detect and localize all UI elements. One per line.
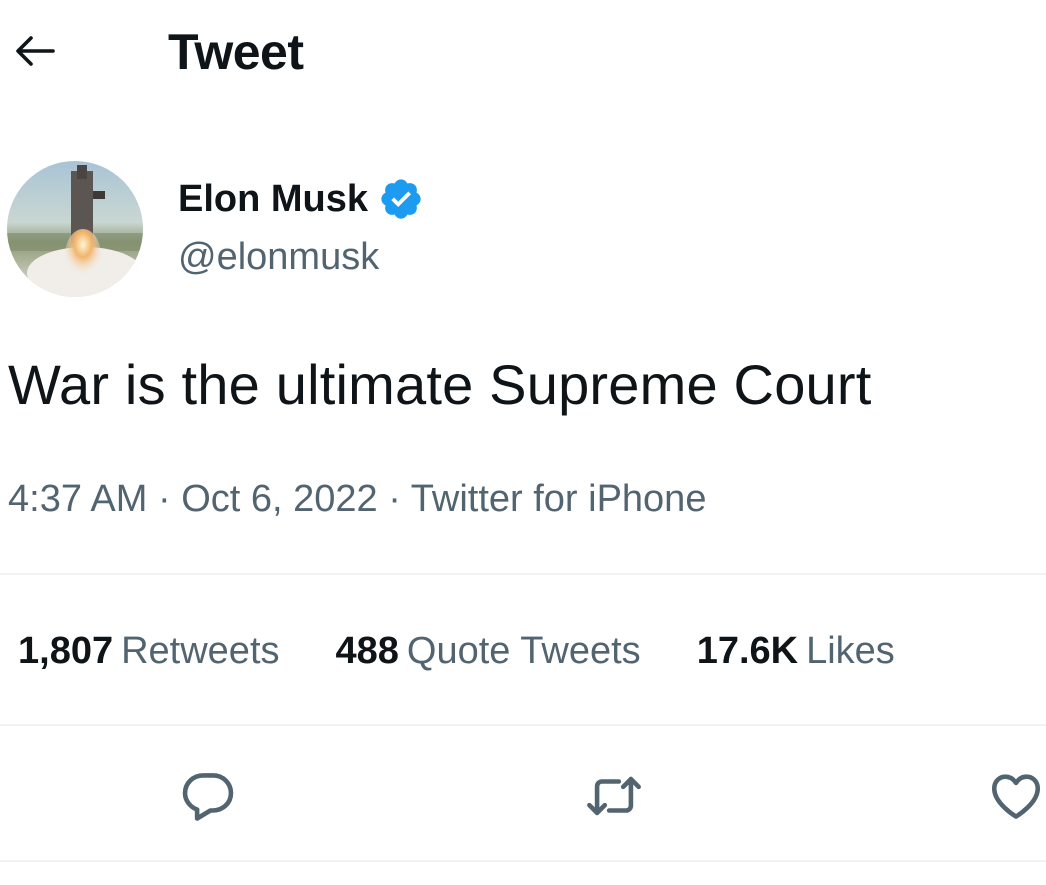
likes-count: 17.6K xyxy=(696,630,799,672)
reply-icon xyxy=(182,773,234,821)
avatar[interactable] xyxy=(7,161,143,297)
retweet-button[interactable] xyxy=(584,766,644,826)
tweet-text: War is the ultimate Supreme Court xyxy=(8,353,872,416)
divider xyxy=(0,573,1046,575)
meta-separator: · xyxy=(388,478,401,520)
back-button[interactable] xyxy=(10,28,60,74)
reply-button[interactable] xyxy=(178,766,238,826)
arrow-left-icon xyxy=(16,36,55,66)
divider xyxy=(0,860,1046,862)
tweet-source[interactable]: Twitter for iPhone xyxy=(411,478,707,520)
retweets-stat[interactable]: 1,807 Retweets xyxy=(18,628,280,674)
meta-separator: · xyxy=(157,478,171,520)
heart-icon xyxy=(991,774,1041,819)
verified-badge-icon xyxy=(381,179,421,219)
retweet-icon xyxy=(587,776,641,816)
tweet-meta: 4:37 AM · Oct 6, 2022 · Twitter for iPho… xyxy=(8,476,706,522)
retweets-count: 1,807 xyxy=(18,630,114,672)
tweet-date[interactable]: Oct 6, 2022 xyxy=(181,478,377,520)
tweet-time[interactable]: 4:37 AM xyxy=(8,478,147,520)
likes-stat[interactable]: 17.6K Likes xyxy=(697,628,895,674)
likes-label: Likes xyxy=(806,630,895,672)
tweet-stats: 1,807 Retweets 488 Quote Tweets 17.6K Likes xyxy=(18,628,951,674)
retweets-label: Retweets xyxy=(121,630,280,672)
quote-tweets-count: 488 xyxy=(335,630,399,672)
page-title: Tweet xyxy=(168,24,304,80)
author-handle[interactable]: @elonmusk xyxy=(178,234,379,280)
quote-tweets-label: Quote Tweets xyxy=(406,630,641,672)
author-name[interactable]: Elon Musk xyxy=(178,176,424,222)
quote-tweets-stat[interactable]: 488 Quote Tweets xyxy=(336,628,641,674)
author-name-text: Elon Musk xyxy=(178,178,369,220)
top-bar: Tweet xyxy=(0,0,1046,100)
like-button[interactable] xyxy=(986,766,1046,826)
avatar-image xyxy=(7,161,143,297)
divider xyxy=(0,724,1046,726)
